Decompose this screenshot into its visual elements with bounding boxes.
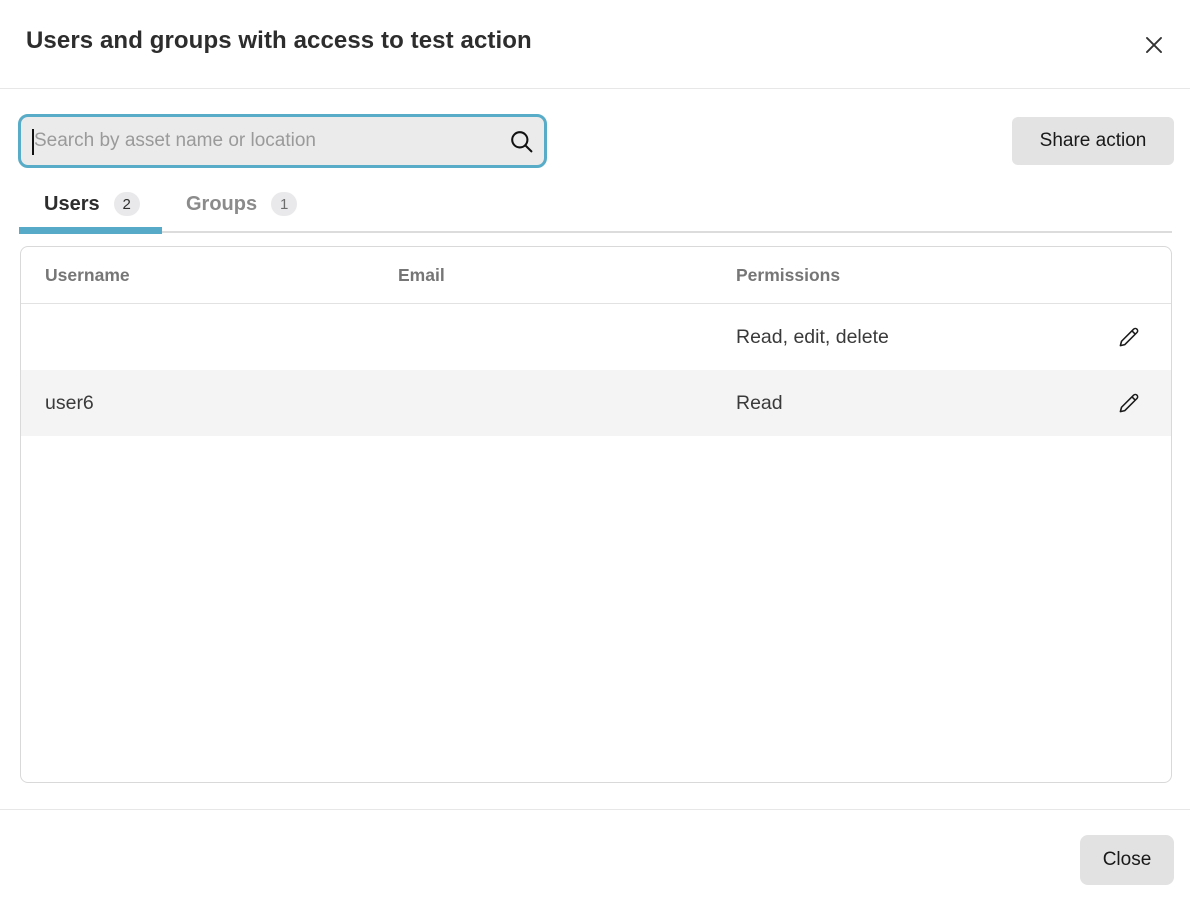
permissions-cell: Read, edit, delete — [736, 320, 1171, 354]
edit-permissions-button[interactable] — [1111, 320, 1145, 354]
close-icon[interactable] — [1138, 29, 1170, 61]
table-header-row: Username Email Permissions — [21, 247, 1171, 304]
column-header-email: Email — [398, 265, 736, 286]
username-cell: user6 — [45, 392, 398, 415]
pencil-icon — [1116, 391, 1141, 416]
permissions-cell: Read — [736, 386, 1171, 420]
page-title: Users and groups with access to test act… — [26, 27, 532, 55]
tab-users-label: Users — [44, 193, 100, 216]
footer-divider — [0, 809, 1190, 810]
tab-groups-label: Groups — [186, 193, 257, 216]
pencil-icon — [1116, 325, 1141, 350]
edit-permissions-button[interactable] — [1111, 386, 1145, 420]
search-input[interactable] — [21, 117, 498, 165]
x-icon — [1141, 32, 1167, 58]
column-header-permissions: Permissions — [736, 265, 1171, 286]
active-tab-indicator — [19, 227, 162, 234]
share-action-button[interactable]: Share action — [1012, 117, 1174, 165]
permissions-table: Username Email Permissions Read, edit, d… — [20, 246, 1172, 783]
search-icon[interactable] — [498, 117, 544, 165]
permissions-value: Read — [736, 392, 783, 415]
text-caret — [32, 129, 34, 155]
tab-users-count-badge: 2 — [114, 192, 140, 216]
table-row: user6 Read — [21, 370, 1171, 436]
table-row: Read, edit, delete — [21, 304, 1171, 370]
permissions-value: Read, edit, delete — [736, 326, 889, 349]
tab-groups[interactable]: Groups 1 — [186, 192, 297, 216]
close-button[interactable]: Close — [1080, 835, 1174, 885]
column-header-username: Username — [45, 265, 398, 286]
header-divider — [0, 88, 1190, 89]
tab-users[interactable]: Users 2 — [44, 192, 140, 216]
search-box[interactable] — [18, 114, 547, 168]
tab-groups-count-badge: 1 — [271, 192, 297, 216]
tab-baseline — [162, 231, 1172, 233]
